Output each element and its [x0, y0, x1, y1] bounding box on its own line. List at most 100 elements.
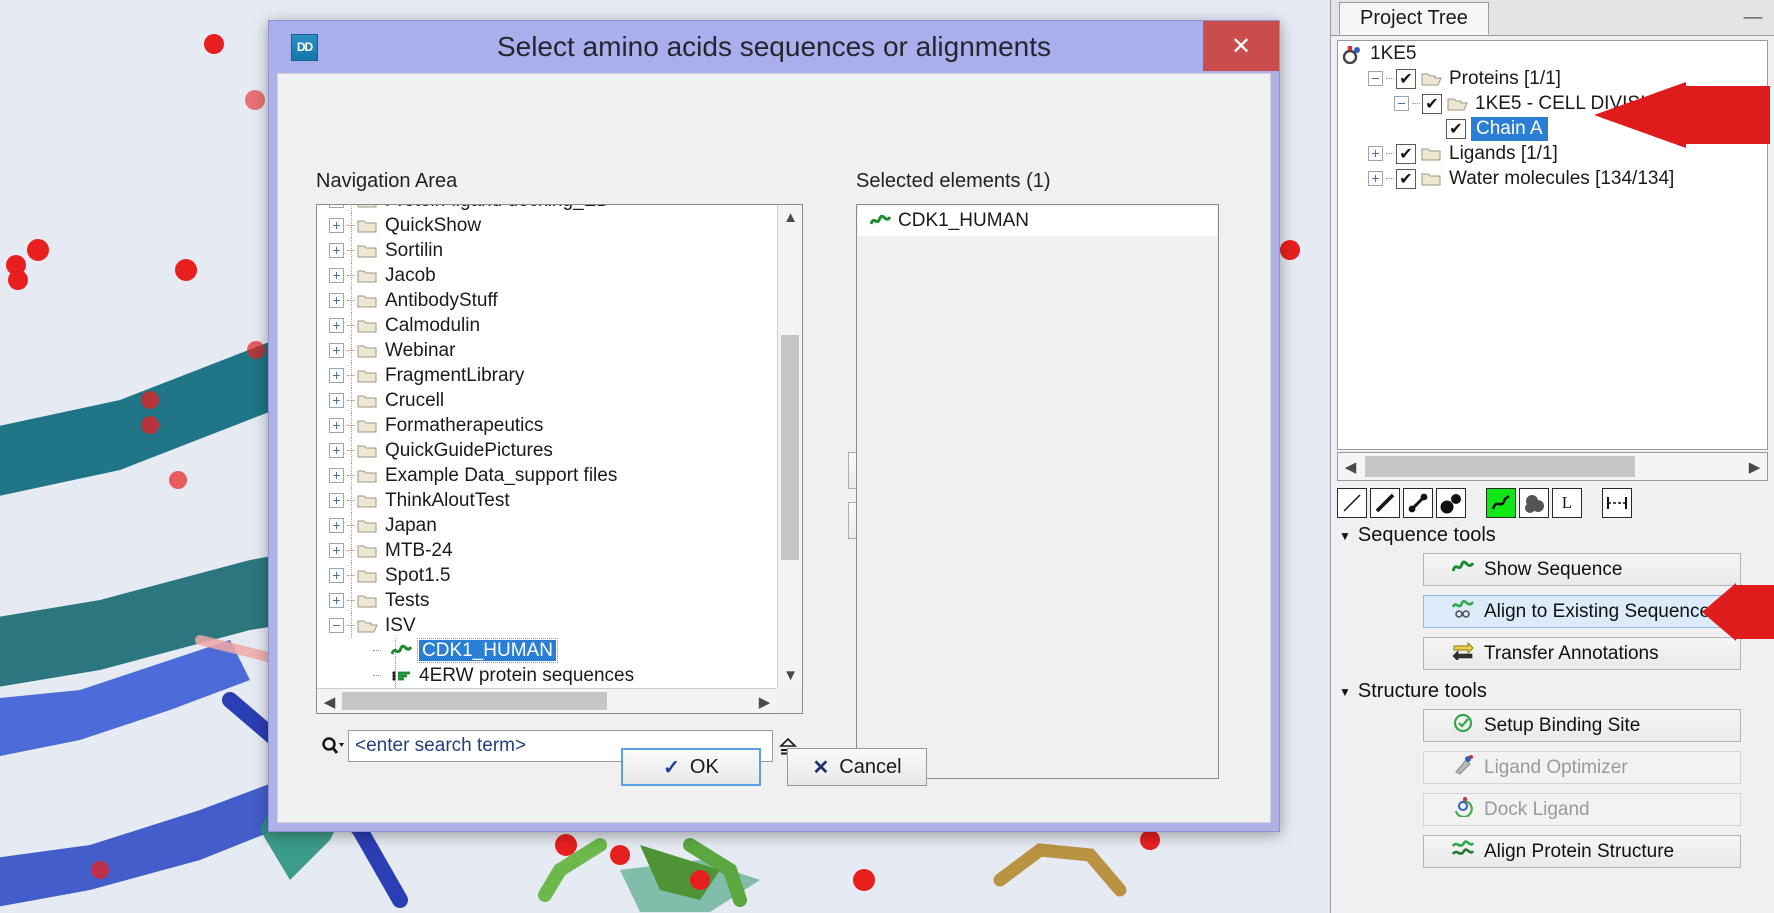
tree-item[interactable]: AntibodyStuff [317, 288, 777, 313]
scroll-right-icon[interactable]: ▶ [752, 689, 777, 714]
expand-icon[interactable] [329, 468, 344, 483]
tree-connector [347, 350, 355, 351]
navigation-vertical-scrollbar[interactable]: ▲ ▼ [777, 205, 802, 688]
navigation-tree[interactable]: Protein-ligand docking_EDQuickShowSortil… [316, 204, 803, 714]
navigation-horizontal-scrollbar[interactable]: ◀ ▶ [317, 688, 777, 713]
navigation-tree-list[interactable]: Protein-ligand docking_EDQuickShowSortil… [317, 205, 777, 688]
tree-item[interactable]: ISV [317, 613, 777, 638]
expand-icon[interactable] [329, 418, 344, 433]
surface-icon[interactable] [1519, 488, 1549, 518]
tree-item[interactable]: Calmodulin [317, 313, 777, 338]
expand-icon[interactable] [329, 493, 344, 508]
tree-item-label: Webinar [385, 341, 455, 360]
structure-tools-header[interactable]: ▼ Structure tools [1339, 680, 1487, 703]
tree-item[interactable]: CDK1_HUMAN [317, 638, 777, 663]
expand-icon[interactable] [329, 518, 344, 533]
wireframe-thick-icon[interactable] [1370, 488, 1400, 518]
wireframe-thin-icon[interactable] [1337, 488, 1367, 518]
tree-item[interactable]: MTB-24 [317, 538, 777, 563]
scroll-left-icon[interactable]: ◀ [317, 689, 342, 714]
project-tree-item[interactable]: ✔Chain A [1338, 116, 1767, 141]
transfer-annotations-button[interactable]: Transfer Annotations [1423, 637, 1741, 670]
tree-item[interactable]: 4ERW protein sequences [317, 663, 777, 688]
tree-item[interactable]: Protein-ligand docking_ED [317, 205, 777, 213]
scroll-up-icon[interactable]: ▲ [778, 205, 803, 230]
backbone-icon[interactable] [1486, 488, 1516, 518]
cancel-button[interactable]: ✕ Cancel [787, 748, 927, 786]
expand-icon[interactable] [329, 568, 344, 583]
expand-icon[interactable] [329, 205, 344, 208]
ok-button[interactable]: ✓ OK [621, 748, 761, 786]
tree-item[interactable]: FragmentLibrary [317, 363, 777, 388]
dialog-titlebar[interactable]: DD Select amino acids sequences or align… [269, 21, 1279, 73]
show-sequence-button[interactable]: Show Sequence [1423, 553, 1741, 586]
tree-connector [373, 675, 381, 676]
tree-item[interactable]: Sortilin [317, 238, 777, 263]
dialog-title: Select amino acids sequences or alignmen… [269, 31, 1279, 63]
label-icon[interactable]: L [1552, 488, 1582, 518]
expand-icon[interactable] [329, 268, 344, 283]
project-tree-list[interactable]: 1KE5✔Proteins [1/1]✔1KE5 - CELL DIVISION… [1338, 41, 1767, 191]
selected-element-row[interactable]: CDK1_HUMAN [858, 206, 1217, 236]
checkbox[interactable]: ✔ [1396, 144, 1416, 164]
expand-icon[interactable] [329, 443, 344, 458]
setup-binding-site-button[interactable]: Setup Binding Site [1423, 709, 1741, 742]
expand-icon[interactable] [329, 368, 344, 383]
minimize-icon[interactable]: — [1742, 9, 1764, 27]
tree-item[interactable]: Spot1.5 [317, 563, 777, 588]
checkbox[interactable]: ✔ [1396, 169, 1416, 189]
expand-icon[interactable] [329, 243, 344, 258]
collapse-icon[interactable] [1368, 71, 1383, 86]
project-tree[interactable]: 1KE5✔Proteins [1/1]✔1KE5 - CELL DIVISION… [1337, 40, 1768, 450]
expand-icon[interactable] [329, 393, 344, 408]
project-tree-item[interactable]: ✔1KE5 - CELL DIVISION PROTEIN KI [1338, 91, 1767, 116]
tree-item[interactable]: Formatherapeutics [317, 413, 777, 438]
align-protein-structure-button[interactable]: Align Protein Structure [1423, 835, 1741, 868]
horizontal-scroll-thumb[interactable] [342, 692, 607, 710]
measure-distance-icon[interactable] [1602, 488, 1632, 518]
tree-item[interactable]: Crucell [317, 388, 777, 413]
project-tree-horizontal-scrollbar[interactable]: ◀ ▶ [1337, 452, 1768, 481]
tree-item[interactable]: QuickGuidePictures [317, 438, 777, 463]
expand-icon[interactable] [329, 543, 344, 558]
folder-icon [1421, 171, 1442, 187]
scroll-down-icon[interactable]: ▼ [778, 663, 803, 688]
project-tree-item[interactable]: ✔Ligands [1/1] [1338, 141, 1767, 166]
vertical-scroll-thumb[interactable] [781, 335, 799, 560]
expand-icon[interactable] [329, 293, 344, 308]
sequence-tools-header[interactable]: ▼ Sequence tools [1339, 524, 1496, 547]
expand-icon[interactable] [329, 318, 344, 333]
pt-scroll-right-icon[interactable]: ▶ [1742, 453, 1767, 480]
tree-item[interactable]: Webinar [317, 338, 777, 363]
tree-connector [347, 425, 355, 426]
sequence-icon [1452, 559, 1474, 581]
collapse-icon[interactable] [1394, 96, 1409, 111]
pt-horizontal-scroll-thumb[interactable] [1365, 456, 1635, 477]
tree-item[interactable]: Tests [317, 588, 777, 613]
ball-and-stick-icon[interactable] [1436, 488, 1466, 518]
align-to-existing-sequence-button[interactable]: Align to Existing Sequence [1423, 595, 1741, 628]
stick-icon[interactable] [1403, 488, 1433, 518]
expand-icon[interactable] [329, 343, 344, 358]
pt-scroll-left-icon[interactable]: ◀ [1338, 453, 1363, 480]
close-icon[interactable]: ✕ [1203, 21, 1279, 71]
checkbox[interactable]: ✔ [1446, 119, 1466, 139]
checkbox[interactable]: ✔ [1396, 69, 1416, 89]
expand-icon[interactable] [1368, 146, 1383, 161]
tab-project-tree[interactable]: Project Tree [1339, 2, 1489, 35]
project-tree-item[interactable]: ✔Proteins [1/1] [1338, 66, 1767, 91]
tree-item[interactable]: QuickShow [317, 213, 777, 238]
expand-icon[interactable] [1368, 171, 1383, 186]
tree-item[interactable]: ThinkAloutTest [317, 488, 777, 513]
collapse-icon[interactable] [329, 618, 344, 633]
folder-open-icon [357, 618, 378, 634]
tree-item[interactable]: Jacob [317, 263, 777, 288]
tree-item[interactable]: Example Data_support files [317, 463, 777, 488]
project-tree-item[interactable]: ✔Water molecules [134/134] [1338, 166, 1767, 191]
expand-icon[interactable] [329, 218, 344, 233]
selected-elements-list[interactable]: CDK1_HUMAN [856, 204, 1219, 779]
checkbox[interactable]: ✔ [1422, 94, 1442, 114]
tree-item[interactable]: Japan [317, 513, 777, 538]
expand-icon[interactable] [329, 593, 344, 608]
project-tree-item[interactable]: 1KE5 [1338, 41, 1767, 66]
